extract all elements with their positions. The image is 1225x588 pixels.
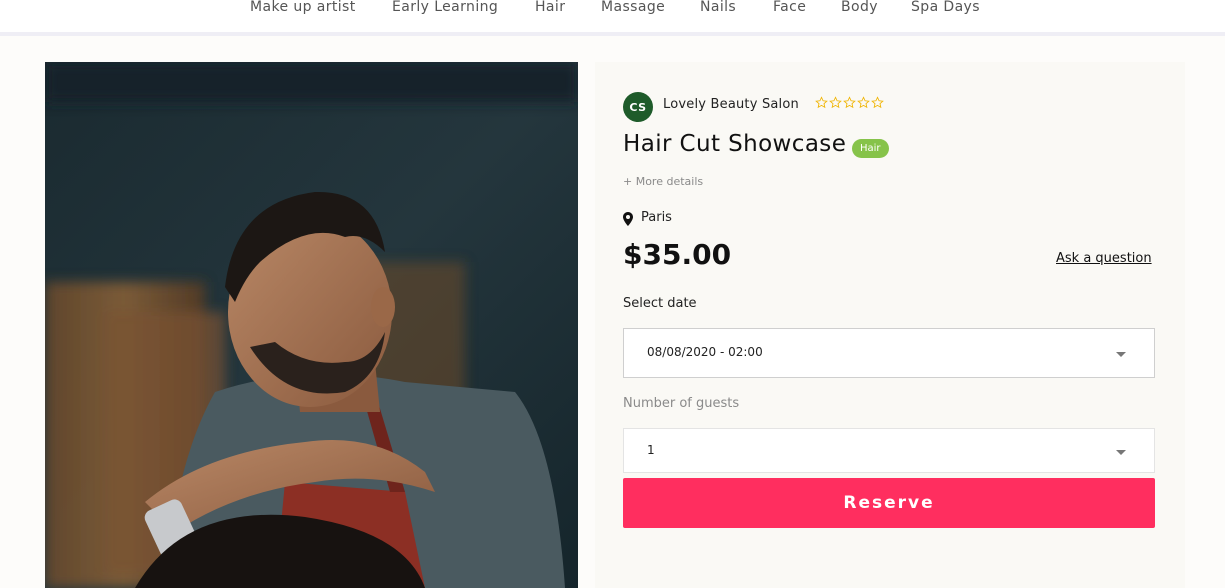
price: $35.00 <box>623 238 732 271</box>
nav-item-face[interactable]: Face <box>773 0 806 15</box>
guests-select[interactable]: 1 <box>623 428 1155 473</box>
guests-label: Number of guests <box>623 396 740 411</box>
star-icon <box>829 96 842 109</box>
chevron-down-icon <box>1116 450 1126 455</box>
star-icon <box>815 96 828 109</box>
rating-stars <box>815 96 884 109</box>
salon-avatar[interactable]: CS <box>623 92 653 122</box>
nav-item-nails[interactable]: Nails <box>700 0 736 15</box>
top-navigation: Make up artist Early Learning Hair Massa… <box>0 0 1225 36</box>
nav-item-massage[interactable]: Massage <box>601 0 665 15</box>
listing-photo <box>45 62 578 588</box>
more-details-link[interactable]: + More details <box>623 175 703 188</box>
nav-item-spa-days[interactable]: Spa Days <box>911 0 980 15</box>
location-text: Paris <box>641 210 672 225</box>
map-pin-icon <box>623 211 633 230</box>
chevron-down-icon <box>1116 352 1126 357</box>
ask-question-link[interactable]: Ask a question <box>1056 251 1152 266</box>
nav-item-body[interactable]: Body <box>841 0 878 15</box>
category-badge[interactable]: Hair <box>852 139 889 158</box>
star-icon <box>871 96 884 109</box>
star-icon <box>857 96 870 109</box>
listing-title: Hair Cut Showcase <box>623 131 847 157</box>
salon-name[interactable]: Lovely Beauty Salon <box>663 97 799 112</box>
nav-item-make-up-artist[interactable]: Make up artist <box>250 0 356 15</box>
select-date-label: Select date <box>623 296 697 311</box>
date-select-value: 08/08/2020 - 02:00 <box>647 345 763 359</box>
date-select[interactable]: 08/08/2020 - 02:00 <box>623 328 1155 378</box>
reserve-button[interactable]: Reserve <box>623 478 1155 528</box>
nav-item-early-learning[interactable]: Early Learning <box>392 0 498 15</box>
star-icon <box>843 96 856 109</box>
guests-select-value: 1 <box>647 443 655 457</box>
nav-item-hair[interactable]: Hair <box>535 0 565 15</box>
